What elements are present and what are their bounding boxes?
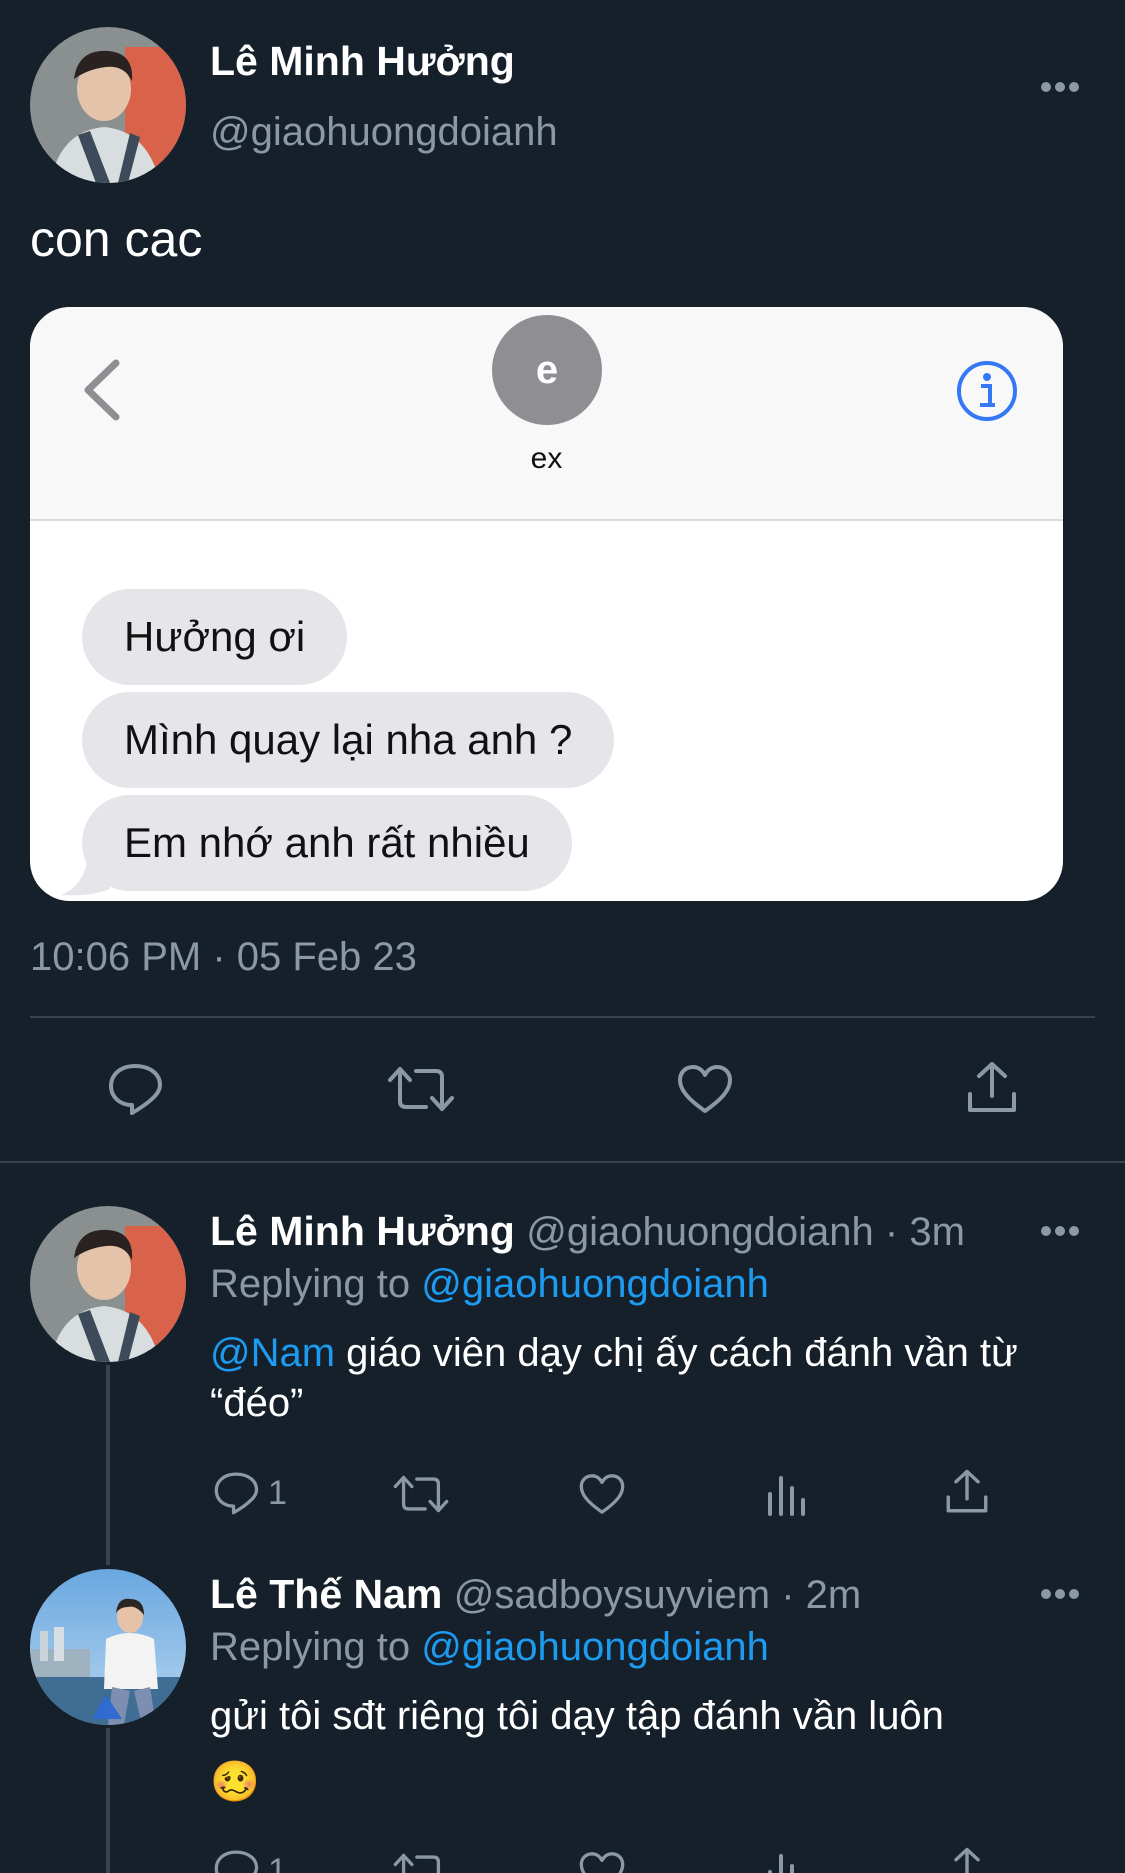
reply-count-button[interactable]: 1 <box>212 1848 287 1873</box>
replying-prefix: Replying to <box>210 1625 422 1669</box>
like-icon[interactable] <box>676 1063 734 1120</box>
message-bubble: Mình quay lại nha anh ? <box>82 692 615 788</box>
analytics-icon[interactable] <box>764 1470 808 1521</box>
reply-icon[interactable] <box>212 1848 260 1873</box>
back-chevron-icon <box>80 357 124 428</box>
like-icon[interactable] <box>578 1472 626 1521</box>
tweet-timestamp[interactable]: 10:06 PM · 05 Feb 23 <box>30 935 417 980</box>
reply-author-handle[interactable]: @giaohuongdoianh · 3m <box>526 1210 965 1254</box>
reply-icon[interactable] <box>212 1470 260 1516</box>
tweet-media-image[interactable]: e ex Hưởng ơi Mình quay lại nha anh ? Em… <box>30 307 1063 901</box>
like-icon[interactable] <box>578 1850 626 1873</box>
retweet-icon[interactable] <box>392 1850 450 1873</box>
reply-author-handle[interactable]: @sadboysuyviem · 2m <box>454 1573 861 1617</box>
more-icon[interactable] <box>1040 1224 1080 1243</box>
replying-prefix: Replying to <box>210 1262 422 1306</box>
message-bubble: Em nhớ anh rất nhiều <box>82 795 572 891</box>
info-icon <box>955 359 1019 428</box>
thread-line <box>106 1365 110 1565</box>
contact-name: ex <box>530 442 563 475</box>
replying-to: Replying to @giaohuongdoianh <box>210 1262 769 1307</box>
replying-to-link[interactable]: @giaohuongdoianh <box>421 1625 769 1669</box>
reply-avatar[interactable] <box>30 1206 186 1362</box>
reply-count: 1 <box>268 1851 287 1873</box>
reply-header[interactable]: Lê Thế Nam @sadboysuyviem · 2m <box>210 1571 861 1618</box>
more-icon[interactable] <box>1040 1587 1080 1606</box>
reply-header[interactable]: Lê Minh Hưởng @giaohuongdoianh · 3m <box>210 1208 965 1255</box>
reply-icon[interactable] <box>106 1061 164 1122</box>
retweet-icon[interactable] <box>392 1472 450 1521</box>
mention-link[interactable]: @Nam <box>210 1331 335 1375</box>
replying-to: Replying to @giaohuongdoianh <box>210 1625 769 1670</box>
reply-avatar[interactable] <box>30 1569 186 1725</box>
reply-text: gửi tôi sđt riêng tôi dạy tập đánh vần l… <box>210 1694 944 1738</box>
reply-count: 1 <box>268 1473 287 1512</box>
reply-emoji: 🥴 <box>210 1760 260 1804</box>
message-bubble: Hưởng ơi <box>82 589 348 685</box>
reply-text: @Nam giáo viên dạy chị ấy cách đánh vần … <box>210 1328 1060 1428</box>
reply-count-button[interactable]: 1 <box>212 1470 287 1516</box>
divider <box>30 1016 1095 1018</box>
tweet-text: con cac <box>30 211 203 267</box>
author-avatar[interactable] <box>30 27 186 183</box>
replying-to-link[interactable]: @giaohuongdoianh <box>421 1262 769 1306</box>
thread-line <box>106 1728 110 1873</box>
share-icon[interactable] <box>965 1060 1019 1121</box>
contact-avatar: e <box>492 315 602 425</box>
section-divider <box>0 1161 1125 1163</box>
share-icon[interactable] <box>944 1846 990 1873</box>
share-icon[interactable] <box>944 1468 990 1521</box>
analytics-icon[interactable] <box>764 1848 808 1873</box>
reply-author-name[interactable]: Lê Thế Nam <box>210 1571 442 1617</box>
more-icon[interactable] <box>1040 58 1080 102</box>
retweet-icon[interactable] <box>386 1063 456 1120</box>
author-name[interactable]: Lê Minh Hưởng <box>210 38 515 85</box>
author-handle[interactable]: @giaohuongdoianh <box>210 110 558 155</box>
reply-author-name[interactable]: Lê Minh Hưởng <box>210 1208 515 1254</box>
